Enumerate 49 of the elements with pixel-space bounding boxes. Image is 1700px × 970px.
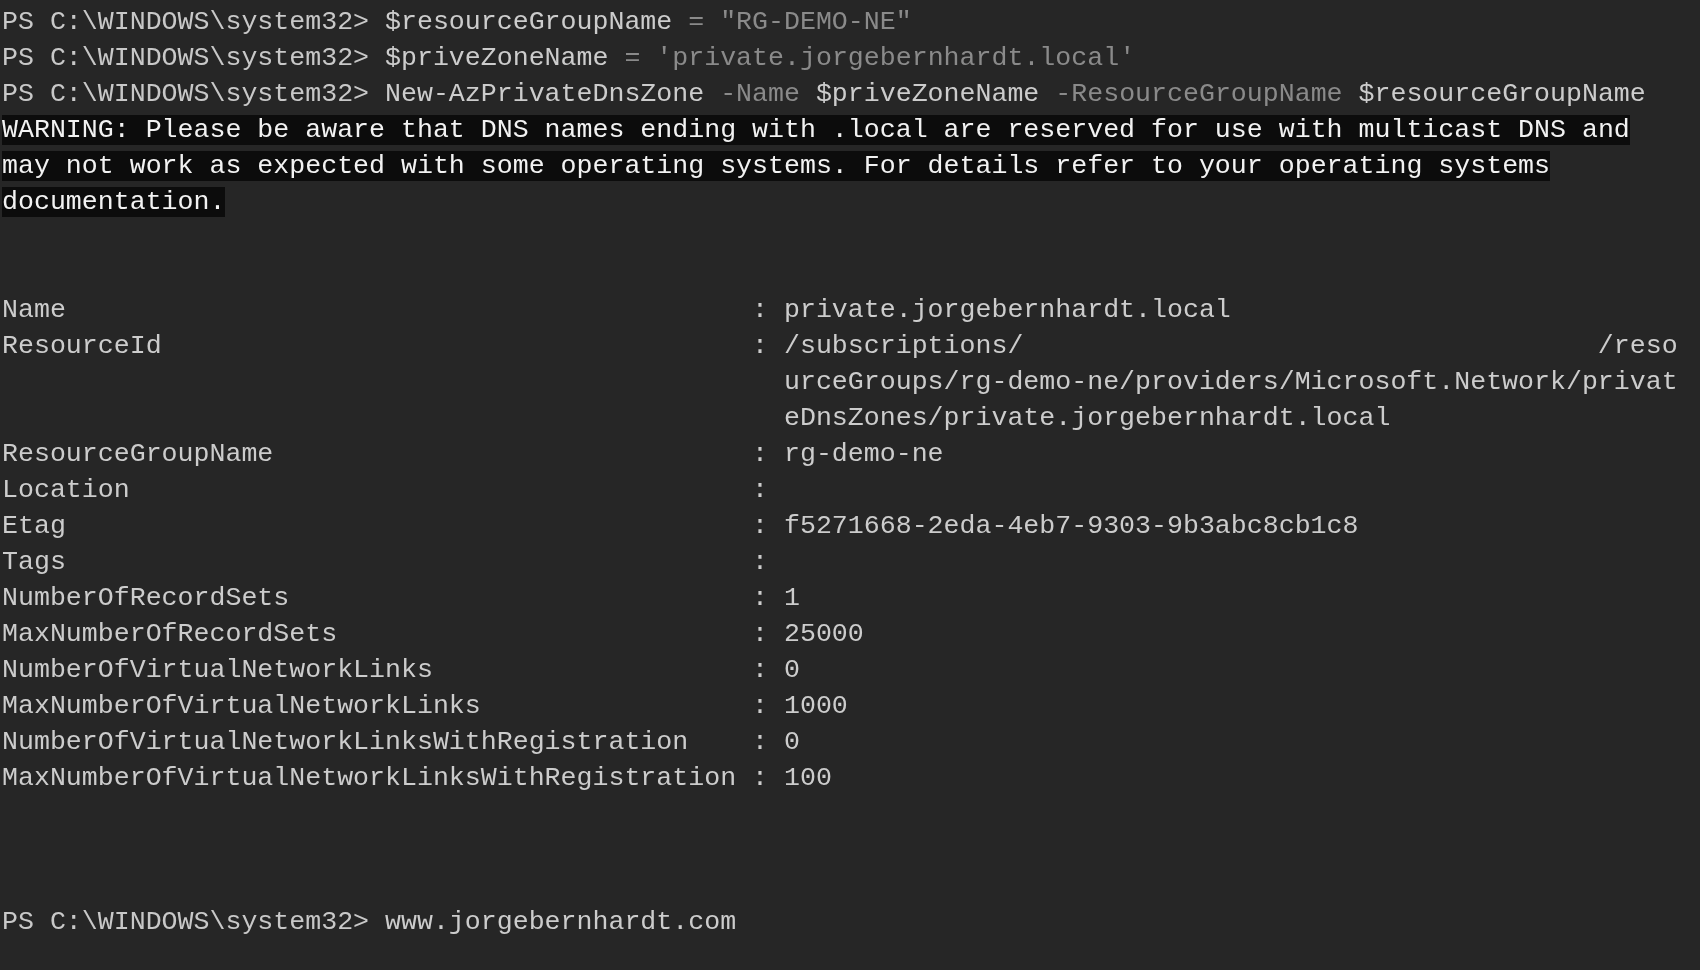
variable-token: $priveZoneName xyxy=(385,42,609,75)
prompt-text: PS C:\WINDOWS\system32> xyxy=(2,78,370,111)
operator-token: = xyxy=(624,42,641,75)
separator-colon: : xyxy=(752,474,769,507)
property-name: Etag xyxy=(2,510,66,543)
property-value: 1000 xyxy=(783,690,848,723)
operator-token: = xyxy=(688,6,705,39)
property-value: 1 xyxy=(783,582,800,615)
property-name: NumberOfRecordSets xyxy=(2,582,290,615)
property-value: private.jorgebernhardt.local xyxy=(783,294,1231,327)
input-text: www.jorgebernhardt.com xyxy=(385,906,737,939)
separator-colon: : xyxy=(752,294,769,327)
string-token: 'private.jorgebernhardt.local' xyxy=(656,42,1136,75)
property-name: Name xyxy=(2,294,66,327)
property-name: MaxNumberOfRecordSets xyxy=(2,618,338,651)
prompt-text: PS C:\WINDOWS\system32> xyxy=(2,6,370,39)
property-name: MaxNumberOfVirtualNetworkLinksWithRegistration xyxy=(2,762,737,795)
separator-colon: : xyxy=(752,726,769,759)
property-name: Location xyxy=(2,474,130,507)
property-name: NumberOfVirtualNetworkLinksWithRegistration xyxy=(2,726,689,759)
variable-token: $resourceGroupName xyxy=(1358,78,1646,111)
separator-colon: : xyxy=(752,546,769,579)
property-name: Tags xyxy=(2,546,66,579)
separator-colon: : xyxy=(752,654,769,687)
property-value: 25000 xyxy=(783,618,864,651)
separator-colon: : xyxy=(752,330,769,363)
command-token: New-AzPrivateDnsZone xyxy=(385,78,705,111)
property-value: 0 xyxy=(783,726,800,759)
separator-colon: : xyxy=(752,510,769,543)
property-name: MaxNumberOfVirtualNetworkLinks xyxy=(2,690,481,723)
separator-colon: : xyxy=(752,690,769,723)
parameter-token: -Name xyxy=(720,78,800,111)
separator-colon: : xyxy=(752,582,769,615)
property-value: f5271668-2eda-4eb7-9303-9b3abc8cb1c8 xyxy=(783,510,1359,543)
separator-colon: : xyxy=(752,438,769,471)
property-name: ResourceId xyxy=(2,330,162,363)
property-value: 100 xyxy=(783,762,832,795)
parameter-token: -ResourceGroupName xyxy=(1055,78,1343,111)
prompt-text: PS C:\WINDOWS\system32> xyxy=(2,42,370,75)
prompt-text: PS C:\WINDOWS\system32> xyxy=(2,906,370,939)
property-value: 0 xyxy=(783,654,800,687)
separator-colon: : xyxy=(752,762,769,795)
variable-token: $priveZoneName xyxy=(815,78,1040,111)
separator-colon: : xyxy=(752,618,769,651)
string-token: "RG-DEMO-NE" xyxy=(720,6,912,39)
property-value: rg-demo-ne xyxy=(783,438,944,471)
variable-token: $resourceGroupName xyxy=(385,6,673,39)
property-name: ResourceGroupName xyxy=(2,438,274,471)
property-name: NumberOfVirtualNetworkLinks xyxy=(2,654,433,687)
